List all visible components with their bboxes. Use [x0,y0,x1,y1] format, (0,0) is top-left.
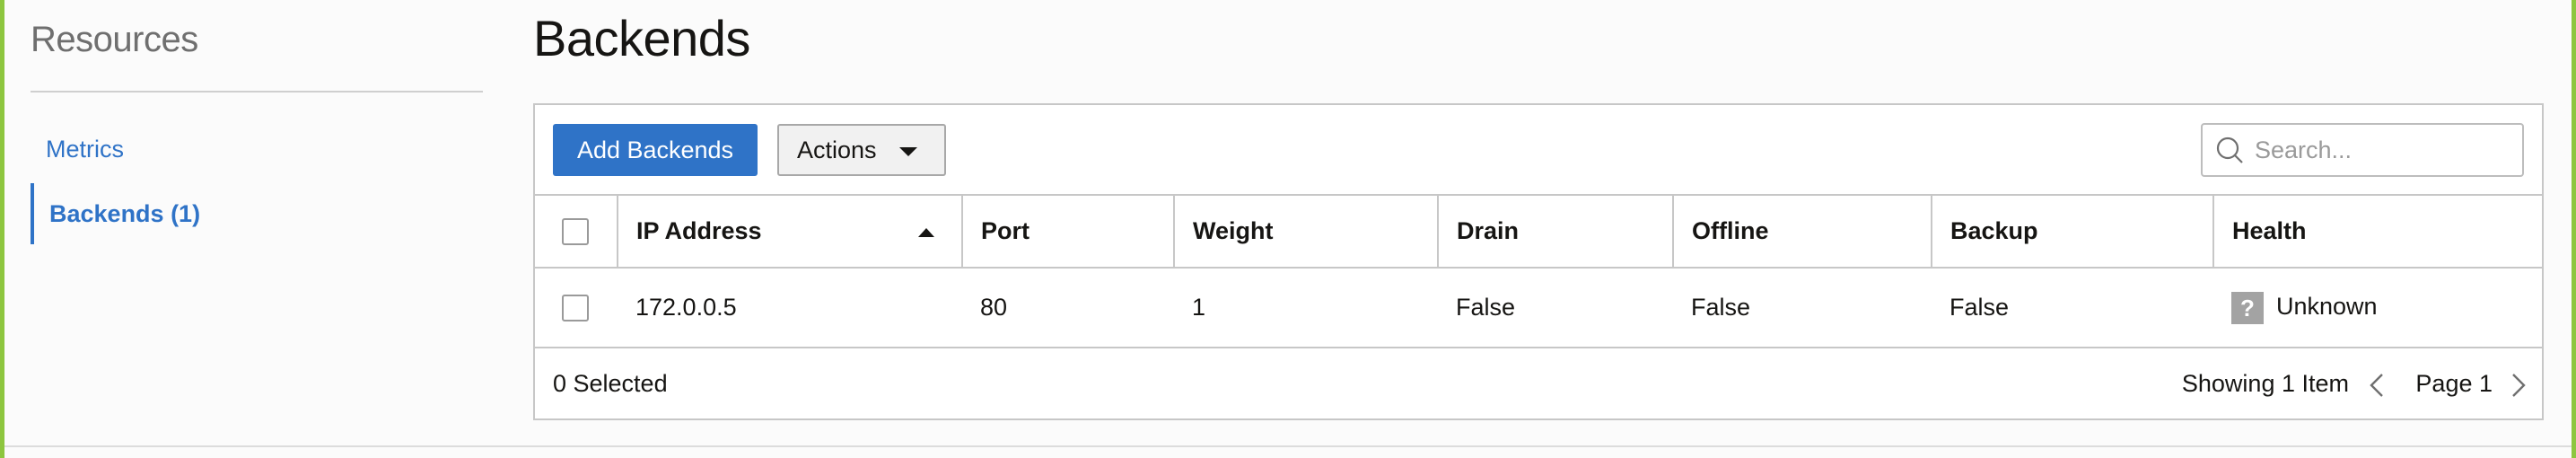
backends-table: IP Address Port Weight Drain Offline Bac… [535,196,2542,347]
page-indicator: Page 1 [2415,370,2493,397]
sidebar-item-backends[interactable]: Backends (1) [31,183,390,244]
column-header-drain[interactable]: Drain [1438,196,1674,269]
actions-label: Actions [797,136,877,163]
search-icon [2216,137,2243,163]
cell-backup: False [1950,294,2010,321]
cell-drain: False [1456,294,1516,321]
previous-page-icon[interactable] [2364,372,2391,399]
search-box[interactable] [2201,123,2524,177]
table-row[interactable]: 172.0.0.5 80 1 False False False ? Unknow… [535,268,2542,347]
column-header-health[interactable]: Health [2213,196,2542,269]
select-all-cell [535,196,618,269]
item-count: Showing 1 Item [2181,370,2349,397]
column-header-weight[interactable]: Weight [1174,196,1439,269]
sidebar-divider [31,91,483,92]
page-divider [4,445,2572,447]
next-page-icon[interactable] [2504,372,2531,399]
question-icon: ? [2231,291,2264,324]
select-all-checkbox[interactable] [562,218,589,246]
add-backends-button[interactable]: Add Backends [553,124,758,176]
row-checkbox[interactable] [562,295,589,322]
table-footer: 0 Selected Showing 1 Item Page 1 [535,347,2542,418]
sort-ascending-icon[interactable] [918,228,934,237]
sidebar-title: Resources [31,20,198,59]
caret-down-icon [899,147,917,156]
backends-panel: Add Backends Actions IP Address Port Wei… [533,103,2544,420]
column-label: IP Address [636,217,762,244]
page-title: Backends [533,10,750,66]
table-header-row: IP Address Port Weight Drain Offline Bac… [535,196,2542,269]
sidebar-item-metrics[interactable]: Metrics [31,119,390,180]
column-header-port[interactable]: Port [962,196,1175,269]
actions-menu-button[interactable]: Actions [777,124,946,176]
cell-port: 80 [980,294,1008,321]
row-select-cell [535,268,618,347]
cell-offline: False [1691,294,1751,321]
selected-count: 0 Selected [553,370,668,397]
table-toolbar: Add Backends Actions [535,105,2542,196]
cell-ip-address: 172.0.0.5 [635,294,737,321]
cell-health: ? Unknown [2213,268,2542,347]
search-input[interactable] [2255,130,2515,170]
column-header-offline[interactable]: Offline [1673,196,1932,269]
column-header-backup[interactable]: Backup [1932,196,2214,269]
column-header-ip-address[interactable]: IP Address [618,196,963,269]
cell-weight: 1 [1192,294,1206,321]
health-status-label: Unknown [2276,292,2378,320]
